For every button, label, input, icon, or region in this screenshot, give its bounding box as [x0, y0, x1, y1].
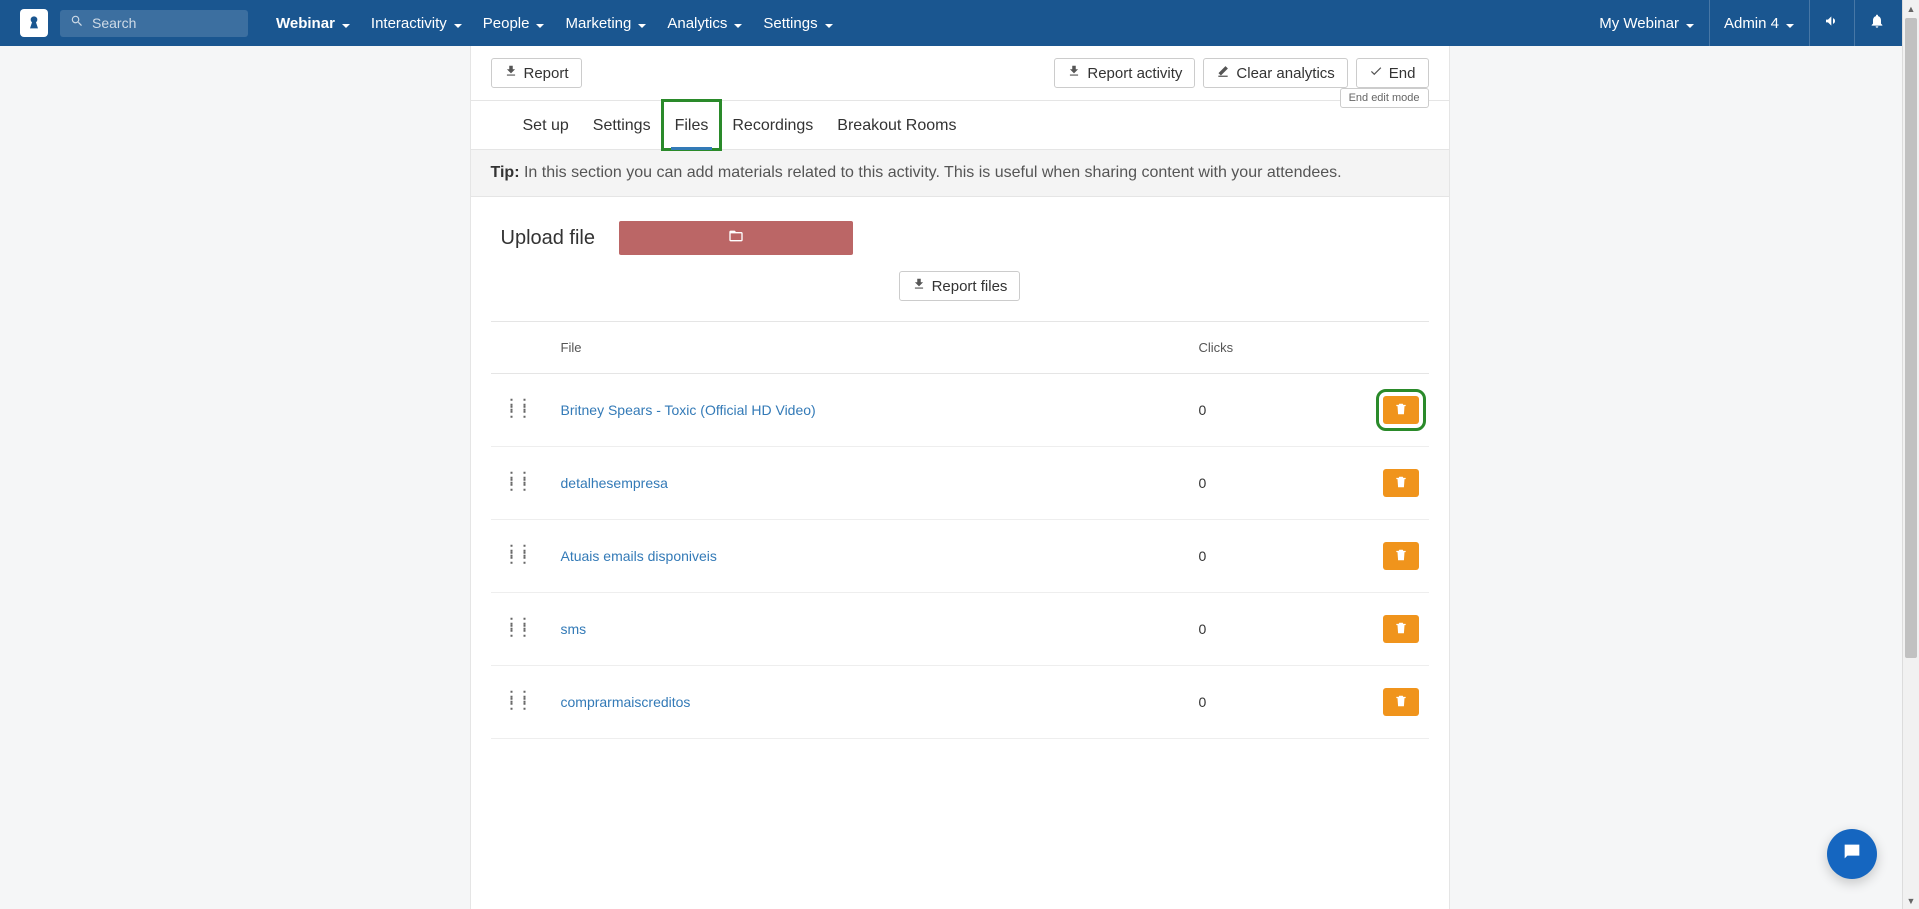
table-row: ⋮⋮⋮⋮ sms 0	[491, 593, 1429, 666]
drag-handle-icon[interactable]: ⋮⋮⋮⋮	[491, 547, 531, 561]
top-navbar: Webinar Interactivity People Marketing A…	[0, 0, 1919, 46]
app-logo[interactable]	[20, 9, 48, 37]
page-content: Report Report activity Clear analytics E…	[470, 46, 1450, 909]
file-link[interactable]: Britney Spears - Toxic (Official HD Vide…	[561, 402, 816, 418]
main-nav: Webinar Interactivity People Marketing A…	[266, 0, 844, 46]
report-button[interactable]: Report	[491, 58, 582, 88]
chat-icon	[1840, 841, 1864, 868]
scroll-down-arrow[interactable]: ▼	[1903, 892, 1919, 909]
file-link[interactable]: sms	[561, 621, 587, 637]
chevron-down-icon	[341, 18, 351, 28]
upload-label: Upload file	[501, 227, 596, 250]
table-row: ⋮⋮⋮⋮ comprarmaiscreditos 0	[491, 666, 1429, 739]
chat-widget-button[interactable]	[1827, 829, 1877, 879]
check-icon	[1369, 64, 1389, 82]
tab-breakout-rooms[interactable]: Breakout Rooms	[825, 101, 968, 149]
table-row: ⋮⋮⋮⋮ detalhesempresa 0	[491, 447, 1429, 520]
chevron-down-icon	[453, 18, 463, 28]
file-link[interactable]: Atuais emails disponiveis	[561, 548, 717, 564]
upload-file-button[interactable]	[619, 221, 853, 255]
nav-admin[interactable]: Admin 4	[1710, 0, 1809, 46]
clicks-value: 0	[1199, 694, 1349, 710]
trash-icon	[1394, 694, 1408, 711]
tab-setup[interactable]: Set up	[511, 101, 581, 149]
megaphone-icon	[1824, 13, 1840, 34]
chevron-down-icon	[1685, 18, 1695, 28]
clear-analytics-button[interactable]: Clear analytics	[1203, 58, 1347, 88]
search-field[interactable]	[60, 10, 248, 37]
activity-toolbar: Report Report activity Clear analytics E…	[471, 46, 1449, 101]
eraser-icon	[1216, 64, 1236, 82]
tab-settings[interactable]: Settings	[581, 101, 663, 149]
clicks-value: 0	[1199, 548, 1349, 564]
tip-message: Tip: In this section you can add materia…	[471, 150, 1449, 197]
nav-interactivity[interactable]: Interactivity	[361, 0, 473, 46]
nav-people[interactable]: People	[473, 0, 556, 46]
files-table: File Clicks ⋮⋮⋮⋮ Britney Spears - Toxic …	[471, 321, 1449, 739]
drag-handle-icon[interactable]: ⋮⋮⋮⋮	[491, 401, 531, 415]
search-input[interactable]	[92, 15, 238, 31]
tip-label: Tip:	[491, 164, 520, 181]
nav-marketing[interactable]: Marketing	[555, 0, 657, 46]
table-header: File Clicks	[491, 321, 1429, 374]
clicks-value: 0	[1199, 621, 1349, 637]
search-icon	[70, 14, 92, 33]
trash-icon	[1394, 475, 1408, 492]
tab-recordings[interactable]: Recordings	[720, 101, 825, 149]
chevron-down-icon	[1785, 18, 1795, 28]
drag-handle-icon[interactable]: ⋮⋮⋮⋮	[491, 693, 531, 707]
col-clicks-header: Clicks	[1199, 340, 1349, 355]
table-row: ⋮⋮⋮⋮ Atuais emails disponiveis 0	[491, 520, 1429, 593]
report-files-row: Report files	[471, 263, 1449, 321]
nav-settings[interactable]: Settings	[753, 0, 843, 46]
topbar-right: My Webinar Admin 4	[1585, 0, 1899, 46]
download-icon	[504, 64, 524, 82]
download-icon	[912, 277, 932, 295]
chevron-down-icon	[733, 18, 743, 28]
bell-icon	[1869, 13, 1885, 34]
trash-icon	[1394, 621, 1408, 638]
scrollbar[interactable]: ▲ ▼	[1902, 0, 1919, 909]
download-icon	[1067, 64, 1087, 82]
delete-button[interactable]	[1383, 469, 1419, 497]
delete-button[interactable]	[1383, 396, 1419, 424]
folder-open-icon	[726, 228, 746, 249]
report-activity-button[interactable]: Report activity	[1054, 58, 1195, 88]
trash-icon	[1394, 548, 1408, 565]
clicks-value: 0	[1199, 475, 1349, 491]
delete-button[interactable]	[1383, 542, 1419, 570]
end-button[interactable]: End	[1356, 58, 1429, 88]
scroll-up-arrow[interactable]: ▲	[1903, 0, 1919, 17]
file-link[interactable]: detalhesempresa	[561, 475, 668, 491]
nav-my-webinar[interactable]: My Webinar	[1585, 0, 1709, 46]
scrollbar-thumb[interactable]	[1905, 18, 1917, 658]
activity-tabs: Set up Settings Files Recordings Breakou…	[471, 101, 1449, 150]
chevron-down-icon	[824, 18, 834, 28]
report-files-button[interactable]: Report files	[899, 271, 1021, 301]
table-row: ⋮⋮⋮⋮ Britney Spears - Toxic (Official HD…	[491, 374, 1429, 447]
tab-files[interactable]: Files	[663, 101, 721, 149]
col-file-header: File	[547, 340, 1199, 355]
file-link[interactable]: comprarmaiscreditos	[561, 694, 691, 710]
chevron-down-icon	[637, 18, 647, 28]
delete-button[interactable]	[1383, 615, 1419, 643]
announcements-button[interactable]	[1810, 0, 1854, 46]
nav-analytics[interactable]: Analytics	[657, 0, 753, 46]
nav-webinar[interactable]: Webinar	[266, 0, 361, 46]
drag-handle-icon[interactable]: ⋮⋮⋮⋮	[491, 620, 531, 634]
chevron-down-icon	[535, 18, 545, 28]
clicks-value: 0	[1199, 402, 1349, 418]
notifications-button[interactable]	[1855, 0, 1899, 46]
drag-handle-icon[interactable]: ⋮⋮⋮⋮	[491, 474, 531, 488]
delete-button[interactable]	[1383, 688, 1419, 716]
upload-section: Upload file	[471, 197, 1449, 263]
trash-icon	[1394, 402, 1408, 419]
tip-text: In this section you can add materials re…	[524, 164, 1342, 181]
